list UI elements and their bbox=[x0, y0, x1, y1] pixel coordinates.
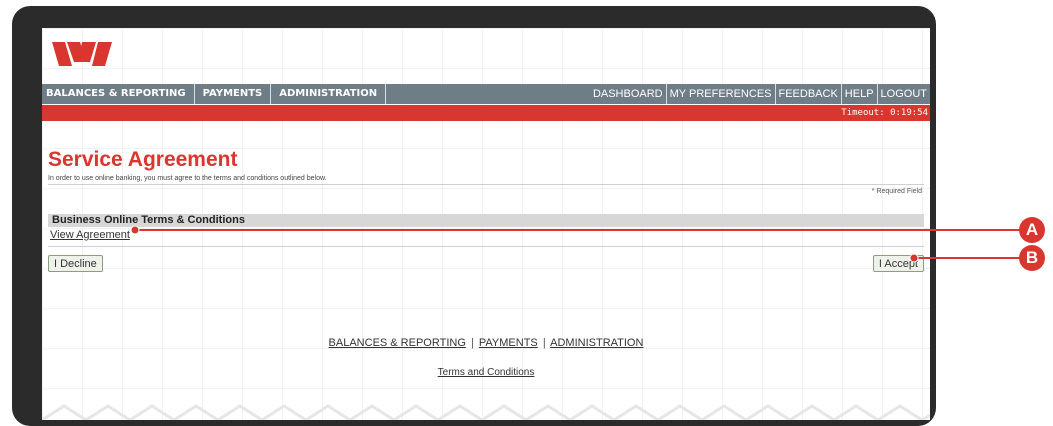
terms-footer: Terms and Conditions bbox=[42, 367, 930, 378]
terms-and-conditions-link[interactable]: Terms and Conditions bbox=[438, 367, 535, 378]
nav-payments[interactable]: PAYMENTS bbox=[195, 84, 272, 104]
utility-nav: DASHBOARD MY PREFERENCES FEEDBACK HELP L… bbox=[590, 84, 930, 104]
main-nav-bar: BALANCES & REPORTING PAYMENTS ADMINISTRA… bbox=[42, 84, 930, 104]
browser-screen: BALANCES & REPORTING PAYMENTS ADMINISTRA… bbox=[42, 28, 930, 420]
nav-feedback[interactable]: FEEDBACK bbox=[774, 84, 841, 104]
footer-link-balances-reporting[interactable]: BALANCES & REPORTING bbox=[329, 337, 466, 349]
required-field-note: * Required Field bbox=[871, 188, 922, 195]
decline-button[interactable]: I Decline bbox=[48, 255, 103, 272]
nav-balances-reporting[interactable]: BALANCES & REPORTING bbox=[42, 84, 195, 104]
footer-separator: | bbox=[470, 337, 474, 349]
westpac-logo-icon bbox=[52, 42, 112, 66]
divider bbox=[48, 184, 924, 185]
callout-badge-b: B bbox=[1019, 245, 1045, 271]
intro-text: In order to use online banking, you must… bbox=[48, 175, 327, 182]
callout-badge-a: A bbox=[1019, 217, 1045, 243]
divider bbox=[48, 246, 924, 247]
nav-dashboard[interactable]: DASHBOARD bbox=[590, 84, 666, 104]
footer-link-payments[interactable]: PAYMENTS bbox=[479, 337, 538, 349]
accept-button[interactable]: I Accept bbox=[872, 255, 924, 272]
device-frame: BALANCES & REPORTING PAYMENTS ADMINISTRA… bbox=[12, 6, 936, 426]
view-agreement-link[interactable]: View Agreement bbox=[50, 229, 130, 241]
page-title: Service Agreement bbox=[48, 148, 238, 171]
nav-help[interactable]: HELP bbox=[840, 84, 877, 104]
primary-nav: BALANCES & REPORTING PAYMENTS ADMINISTRA… bbox=[42, 84, 387, 104]
nav-my-preferences[interactable]: MY PREFERENCES bbox=[665, 84, 775, 104]
nav-administration[interactable]: ADMINISTRATION bbox=[271, 84, 387, 104]
section-header: Business Online Terms & Conditions bbox=[48, 214, 924, 227]
decorative-zigzag bbox=[42, 404, 930, 420]
footer-nav: BALANCES & REPORTING | PAYMENTS | ADMINI… bbox=[42, 337, 930, 349]
footer-link-administration[interactable]: ADMINISTRATION bbox=[550, 337, 643, 349]
footer-separator: | bbox=[542, 337, 546, 349]
timeout-counter: Timeout: 0:19:54 bbox=[841, 108, 928, 118]
nav-logout[interactable]: LOGOUT bbox=[876, 84, 930, 104]
session-bar: Timeout: 0:19:54 bbox=[42, 105, 930, 121]
section-title: Business Online Terms & Conditions bbox=[52, 214, 245, 226]
